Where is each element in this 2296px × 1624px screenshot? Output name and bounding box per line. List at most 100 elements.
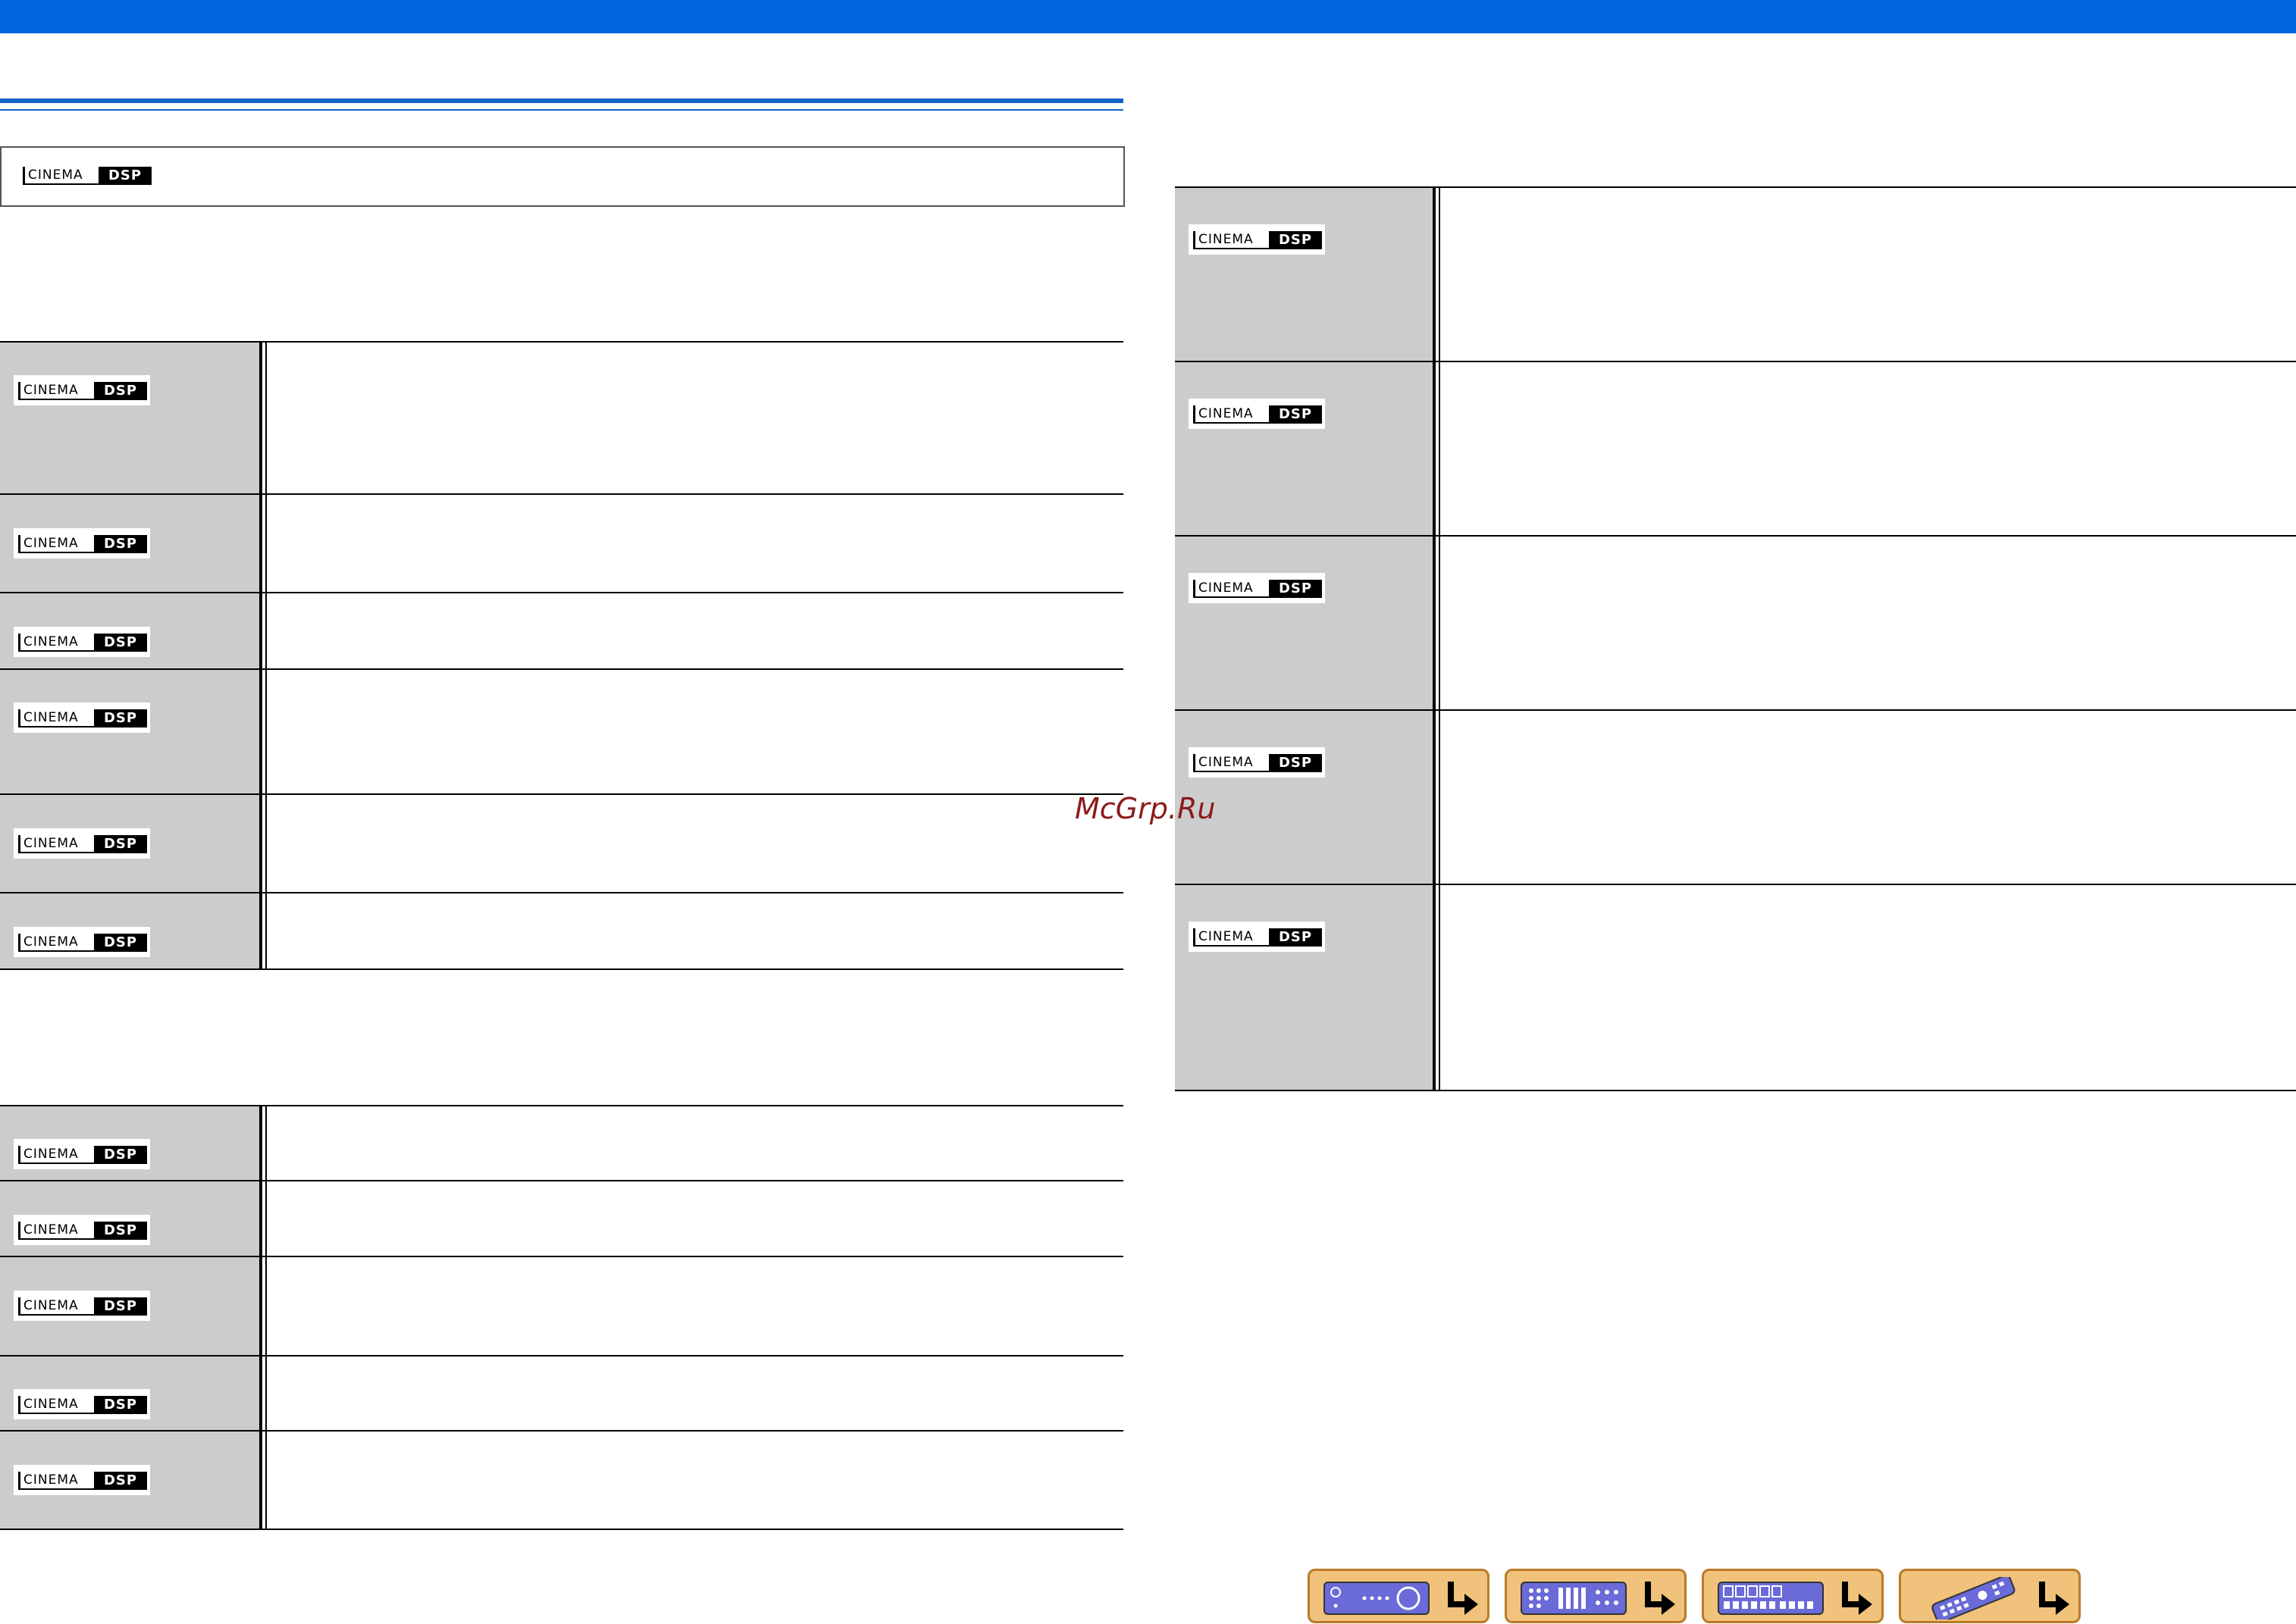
cinema-dsp-logo-dsp: DSP	[94, 1297, 147, 1316]
table-rule	[0, 1529, 1123, 1530]
cinema-dsp-logo-cinema: CINEMA	[1193, 928, 1269, 947]
column-separator	[1439, 361, 1440, 536]
column-separator	[1433, 710, 1436, 884]
column-separator	[1433, 361, 1436, 536]
nav-front-display-button[interactable]	[1702, 1569, 1884, 1623]
front-display-icon	[1718, 1582, 1824, 1615]
cinema-dsp-logo-dsp: DSP	[1269, 231, 1322, 249]
table-label-cell	[1175, 884, 1433, 1090]
cinema-dsp-logo-dsp: DSP	[94, 634, 147, 652]
column-separator	[265, 1356, 267, 1431]
table-row: CINEMA DSP	[0, 494, 1123, 593]
cinema-dsp-logo: CINEMA DSP	[14, 1139, 150, 1169]
column-separator	[265, 893, 267, 969]
nav-front-panel-button[interactable]	[1308, 1569, 1489, 1623]
cinema-dsp-logo-cinema: CINEMA	[18, 1297, 94, 1316]
cinema-dsp-logo: CINEMA DSP	[14, 627, 150, 657]
table-rule	[0, 493, 1123, 495]
cinema-dsp-logo: CINEMA DSP	[14, 702, 150, 733]
column-separator	[1433, 884, 1436, 1090]
table-rule	[0, 668, 1123, 670]
column-separator	[259, 1256, 262, 1356]
cinema-dsp-logo: CINEMA DSP	[14, 1389, 150, 1419]
cinema-dsp-logo-cinema: CINEMA	[18, 634, 94, 652]
column-separator	[259, 669, 262, 794]
table-row: CINEMA DSP	[0, 1356, 1123, 1431]
table-rule	[0, 592, 1123, 593]
cinema-dsp-logo-dsp: DSP	[1269, 405, 1322, 424]
table-row: CINEMA DSP	[1175, 710, 2296, 884]
cinema-dsp-logo-cinema: CINEMA	[1193, 754, 1269, 772]
cinema-dsp-logo: CINEMA DSP	[14, 375, 150, 405]
cinema-dsp-logo-dsp: DSP	[99, 167, 152, 185]
cinema-dsp-logo: CINEMA DSP	[1189, 747, 1325, 778]
cinema-dsp-logo: CINEMA DSP	[1189, 224, 1325, 255]
watermark: McGrp.Ru	[1075, 792, 1216, 825]
nav-remote-control-button[interactable]	[1899, 1569, 2081, 1623]
nav-arrow-icon	[1448, 1582, 1478, 1615]
cinema-dsp-logo-cinema: CINEMA	[18, 1222, 94, 1240]
cinema-dsp-logo-dsp: DSP	[94, 535, 147, 553]
column-separator	[1439, 187, 1440, 361]
column-separator	[259, 1356, 262, 1431]
table-row: CINEMA DSP	[0, 1181, 1123, 1256]
cinema-dsp-logo-cinema: CINEMA	[18, 1396, 94, 1414]
cinema-dsp-logo-dsp: DSP	[94, 1146, 147, 1164]
table-rule	[0, 892, 1123, 893]
cinema-dsp-logo-cinema: CINEMA	[1193, 580, 1269, 598]
cinema-dsp-logo-dsp: DSP	[94, 382, 147, 400]
cinema-dsp-logo-cinema: CINEMA	[18, 535, 94, 553]
table-row: CINEMA DSP	[0, 1431, 1123, 1529]
column-separator	[259, 1181, 262, 1256]
column-separator	[259, 494, 262, 593]
cinema-dsp-logo-cinema: CINEMA	[18, 835, 94, 853]
cinema-dsp-logo: CINEMA DSP	[1189, 922, 1325, 952]
cinema-dsp-logo-cinema: CINEMA	[18, 1146, 94, 1164]
table-label-cell	[1175, 536, 1433, 710]
table-row: CINEMA DSP	[1175, 361, 2296, 536]
table-row: CINEMA DSP	[0, 893, 1123, 969]
nav-rear-panel-button[interactable]	[1505, 1569, 1687, 1623]
cinema-dsp-logo: CINEMA DSP	[14, 927, 150, 957]
column-separator	[1439, 710, 1440, 884]
column-separator	[259, 342, 262, 494]
column-separator	[259, 1431, 262, 1529]
table-rule	[1175, 709, 2296, 711]
cinema-dsp-logo-dsp: DSP	[94, 835, 147, 853]
column-separator	[265, 593, 267, 669]
front-panel-icon	[1323, 1582, 1430, 1615]
table-row: CINEMA DSP	[0, 1256, 1123, 1356]
cinema-dsp-logo-cinema: CINEMA	[18, 382, 94, 400]
table-rule	[1175, 186, 2296, 188]
column-separator	[1439, 536, 1440, 710]
column-separator	[265, 1181, 267, 1256]
rear-panel-icon	[1521, 1582, 1627, 1615]
column-separator	[1433, 187, 1436, 361]
table-rule	[0, 1355, 1123, 1356]
cinema-dsp-logo: CINEMA DSP	[14, 1215, 150, 1245]
table-label-cell	[1175, 187, 1433, 361]
section-rule	[0, 99, 1123, 103]
column-separator	[1433, 536, 1436, 710]
table-rule	[0, 968, 1123, 970]
cinema-dsp-logo-dsp: DSP	[1269, 754, 1322, 772]
cinema-dsp-logo-cinema: CINEMA	[1193, 405, 1269, 424]
column-separator	[259, 893, 262, 969]
table-label-cell	[1175, 361, 1433, 536]
cinema-dsp-logo: CINEMA DSP	[1189, 399, 1325, 429]
column-separator	[265, 1431, 267, 1529]
table-label-cell	[0, 342, 259, 494]
cinema-dsp-logo-dsp: DSP	[94, 1222, 147, 1240]
column-separator	[259, 794, 262, 893]
cinema-dsp-logo-dsp: DSP	[94, 709, 147, 728]
table-rule	[1175, 884, 2296, 885]
table-row: CINEMA DSP	[0, 1106, 1123, 1181]
column-separator	[1439, 884, 1440, 1090]
column-separator	[265, 794, 267, 893]
cinema-dsp-logo: CINEMA DSP	[18, 160, 155, 190]
column-separator	[265, 494, 267, 593]
top-bar	[0, 0, 2296, 33]
column-separator	[265, 1106, 267, 1181]
table-row: CINEMA DSP	[1175, 187, 2296, 361]
table-rule	[1175, 1090, 2296, 1091]
